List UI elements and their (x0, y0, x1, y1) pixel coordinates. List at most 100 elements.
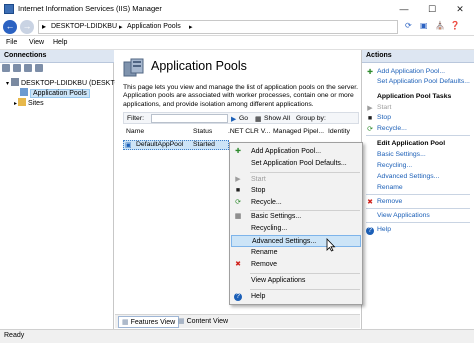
back-arrow-icon[interactable]: ← (3, 20, 17, 34)
view-tabs: ▦ Features View ▦ Content View (115, 314, 360, 328)
tree-item-sites[interactable]: ▸ Sites (14, 98, 44, 108)
action-basic-settings[interactable]: Basic Settings... (377, 150, 426, 159)
expand-icon[interactable]: ▸ (14, 101, 17, 107)
server-breadcrumb-icon: ▸ (42, 22, 47, 31)
stop-loading-icon[interactable]: ▣ (420, 21, 428, 30)
tree-item-server[interactable]: ▾ DESKTOP-LDIDKBU (DESKTOP (6, 78, 125, 88)
menu-file[interactable]: File (6, 39, 17, 46)
actions-header: Actions (362, 50, 474, 63)
menu-advanced-settings[interactable]: Advanced Settings... (231, 235, 361, 247)
content-view-icon: ▦ (178, 318, 187, 325)
menu-bar: File View Help (0, 36, 474, 50)
go-button[interactable]: Go (239, 115, 248, 122)
column-managed-pipeline[interactable]: Managed Pipel... (273, 128, 324, 135)
menu-remove[interactable]: ✖ Remove (231, 259, 361, 271)
page-description: This page lets you view and manage the l… (123, 84, 359, 108)
menu-add-app-pool[interactable]: ✚ Add Application Pool... (231, 146, 361, 158)
action-recycling[interactable]: Recycling... (377, 161, 412, 170)
column-name[interactable]: Name (126, 128, 144, 135)
group-by-dropdown[interactable]: Group by: (296, 115, 326, 122)
new-connection-icon[interactable] (13, 64, 21, 72)
column-status[interactable]: Status (193, 128, 212, 135)
menu-recycle[interactable]: ⟳ Recycle... (231, 197, 361, 209)
breadcrumb-app-pools[interactable]: Application Pools (127, 23, 181, 30)
collapse-icon[interactable]: ▾ (6, 81, 9, 87)
home-icon[interactable]: ⛪ (435, 21, 445, 30)
status-text: Ready (4, 332, 25, 339)
status-bar: Ready (0, 329, 474, 343)
action-view-applications[interactable]: View Applications (377, 211, 430, 220)
tree-item-app-pools[interactable]: Application Pools (20, 88, 90, 98)
action-rename[interactable]: Rename (377, 183, 403, 192)
recycle-icon: ⟳ (235, 199, 241, 206)
help-dropdown-icon[interactable]: ❓ (450, 21, 460, 30)
show-all-button[interactable]: Show All (264, 115, 290, 122)
features-view-icon: ▦ (122, 319, 131, 326)
filter-bar: Filter: ▶ Go ▦ Show All Group by: (123, 112, 359, 124)
menu-recycling[interactable]: Recycling... (231, 223, 361, 235)
show-all-icon[interactable]: ▦ (255, 115, 261, 123)
actions-separator (366, 222, 470, 223)
table-header: Name Status .NET CLR V... Managed Pipel.… (123, 127, 359, 138)
menu-help[interactable]: ? Help (231, 291, 361, 303)
start-icon: ▶ (367, 105, 373, 112)
settings-icon: ▦ (234, 213, 242, 220)
go-icon[interactable]: ▶ (231, 115, 236, 123)
breadcrumb-arrow-icon[interactable]: ▸ (189, 23, 193, 31)
close-button[interactable]: ✕ (446, 0, 474, 18)
page-title: Application Pools (151, 59, 247, 73)
remove-x-icon: ✖ (367, 199, 373, 206)
address-bar: ← → ▸ DESKTOP-LDIDKBU ▸ Application Pool… (0, 18, 474, 36)
column-clr-version[interactable]: .NET CLR V... (228, 128, 270, 135)
menu-view-applications[interactable]: View Applications (231, 275, 361, 287)
action-set-defaults[interactable]: Set Application Pool Defaults... (377, 77, 470, 86)
stop-icon: ■ (235, 187, 241, 194)
save-connection-icon[interactable] (2, 64, 10, 72)
menu-view[interactable]: View (29, 39, 44, 46)
menu-basic-settings[interactable]: ▦ Basic Settings... (231, 211, 361, 223)
app-pool-tasks-header: Application Pool Tasks (377, 93, 452, 100)
refresh-icon[interactable]: ⟳ (405, 21, 412, 30)
mouse-cursor-icon (326, 238, 336, 252)
menu-set-defaults[interactable]: Set Application Pool Defaults... (231, 158, 361, 170)
context-menu: ✚ Add Application Pool... Set Application… (229, 142, 363, 305)
tab-content-view[interactable]: ▦ Content View (175, 316, 231, 328)
menu-rename[interactable]: Rename (231, 247, 361, 259)
action-help[interactable]: ? Help (366, 225, 391, 235)
server-icon (11, 78, 20, 86)
menu-help[interactable]: Help (53, 39, 67, 46)
remove-x-icon: ✖ (235, 261, 241, 268)
breadcrumb-server[interactable]: DESKTOP-LDIDKBU (51, 23, 117, 30)
connections-header: Connections (0, 50, 114, 63)
action-stop[interactable]: ■ Stop (366, 113, 391, 122)
forward-arrow-icon[interactable]: → (20, 20, 34, 34)
column-identity[interactable]: Identity (328, 128, 350, 135)
actions-separator (366, 194, 470, 195)
stop-icon: ■ (367, 115, 373, 122)
app-pool-icon: ▣ (125, 142, 132, 149)
minimize-button[interactable]: — (390, 0, 418, 18)
breadcrumb-separator-icon: ▸ (119, 24, 123, 31)
tab-features-view[interactable]: ▦ Features View (118, 316, 180, 328)
action-start[interactable]: ▶ Start (366, 103, 391, 112)
filter-input[interactable] (151, 114, 228, 123)
delete-connection-icon[interactable] (35, 64, 43, 72)
maximize-button[interactable]: ☐ (418, 0, 446, 18)
up-level-icon[interactable] (24, 64, 32, 72)
recycle-icon: ⟳ (367, 126, 373, 133)
action-add-app-pool[interactable]: ✚ Add Application Pool... (366, 67, 445, 76)
add-icon: ✚ (235, 148, 241, 155)
menu-separator (250, 289, 360, 290)
actions-separator (366, 208, 470, 209)
menu-stop[interactable]: ■ Stop (231, 185, 361, 197)
row-name: DefaultAppPool (136, 141, 184, 148)
action-recycle[interactable]: ⟳ Recycle... (366, 124, 407, 133)
breadcrumb[interactable]: ▸ DESKTOP-LDIDKBU ▸ Application Pools ▸ (38, 20, 398, 34)
help-icon: ? (366, 227, 374, 235)
action-advanced-settings[interactable]: Advanced Settings... (377, 172, 439, 181)
iis-app-icon (4, 4, 14, 14)
actions-separator (366, 135, 470, 136)
action-remove[interactable]: ✖ Remove (366, 197, 402, 206)
row-status: Started (193, 141, 215, 148)
app-pools-icon (20, 88, 28, 96)
